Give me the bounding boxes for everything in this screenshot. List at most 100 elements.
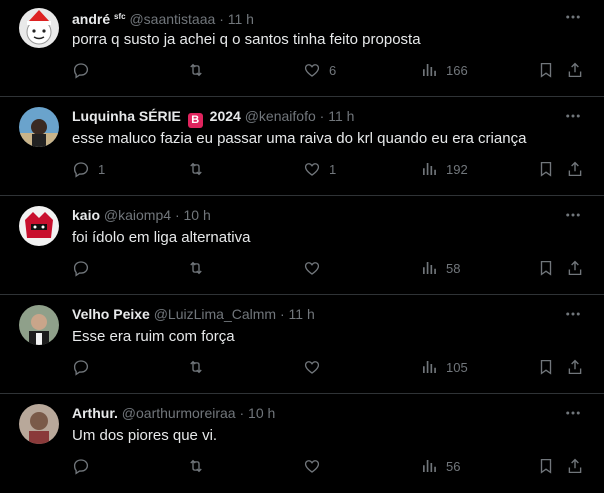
views-button[interactable]: 192	[420, 157, 468, 181]
display-name[interactable]: andré	[72, 11, 110, 27]
tweet[interactable]: Arthur. @oarthurmoreiraa · 10 h Um dos p…	[0, 394, 604, 493]
views-button[interactable]: 166	[420, 58, 468, 82]
like-button[interactable]	[303, 355, 329, 379]
views-button[interactable]: 56	[420, 454, 460, 478]
more-icon[interactable]	[564, 8, 582, 26]
tweet-text: porra q susto ja achei q o santos tinha …	[72, 31, 421, 48]
views-button[interactable]: 58	[420, 256, 460, 280]
share-icon	[568, 161, 582, 177]
like-icon	[304, 361, 320, 374]
avatar[interactable]	[19, 305, 59, 345]
action-bar: 1 1 192	[0, 157, 604, 181]
timestamp[interactable]: 10 h	[248, 405, 275, 421]
separator-dot: ·	[219, 11, 224, 27]
bookmark-icon	[540, 161, 552, 177]
share-button[interactable]	[566, 157, 584, 181]
share-icon	[568, 260, 582, 276]
timestamp[interactable]: 11 h	[289, 306, 315, 322]
like-button[interactable]: 1	[303, 157, 336, 181]
retweet-button[interactable]	[187, 58, 213, 82]
retweet-icon	[190, 63, 202, 77]
bookmark-button[interactable]	[537, 355, 555, 379]
reply-button[interactable]	[72, 454, 98, 478]
like-button[interactable]	[303, 256, 329, 280]
timestamp[interactable]: 10 h	[184, 207, 211, 223]
reply-button[interactable]: 1	[72, 157, 105, 181]
like-button[interactable]	[303, 454, 329, 478]
bookmark-button[interactable]	[537, 256, 555, 280]
views-count: 166	[446, 62, 468, 78]
display-name[interactable]: kaio	[72, 207, 100, 223]
views-button[interactable]: 105	[420, 355, 468, 379]
share-button[interactable]	[566, 454, 584, 478]
bookmark-icon	[540, 260, 552, 276]
avatar[interactable]	[19, 404, 59, 444]
bookmark-icon	[540, 62, 552, 78]
handle[interactable]: @kenaifofo	[245, 108, 316, 124]
like-icon	[304, 64, 320, 77]
display-name[interactable]: Arthur.	[72, 405, 118, 421]
more-icon[interactable]	[564, 206, 582, 224]
timeline: andré sfc @saantistaaa · 11 h porra q su…	[0, 0, 604, 492]
retweet-icon	[190, 360, 202, 374]
share-button[interactable]	[566, 256, 584, 280]
handle[interactable]: @LuizLima_Calmm	[154, 306, 276, 322]
avatar[interactable]	[19, 107, 59, 147]
tweet[interactable]: Velho Peixe @LuizLima_Calmm · 11 h Esse …	[0, 295, 604, 394]
like-count: 1	[329, 161, 337, 177]
retweet-icon	[190, 459, 202, 473]
display-name-suffix: 2024	[209, 108, 241, 124]
retweet-button[interactable]	[187, 157, 213, 181]
tweet[interactable]: Luquinha SÉRIE B 2024 @kenaifofo · 11 h …	[0, 97, 604, 196]
tweet-header: Luquinha SÉRIE B 2024 @kenaifofo · 11 h	[72, 107, 354, 128]
tweet-header: kaio @kaiomp4 · 10 h	[72, 206, 211, 224]
handle[interactable]: @oarthurmoreiraa	[122, 405, 236, 421]
avatar[interactable]	[19, 8, 59, 48]
reply-button[interactable]	[72, 355, 98, 379]
handle[interactable]: @kaiomp4	[104, 207, 171, 223]
handle[interactable]: @saantistaaa	[129, 11, 215, 27]
separator-dot: ·	[319, 108, 325, 124]
separator-dot: ·	[174, 207, 180, 223]
action-bar: 6 166	[0, 58, 604, 82]
share-button[interactable]	[566, 58, 584, 82]
retweet-button[interactable]	[187, 256, 213, 280]
share-icon	[568, 359, 582, 375]
like-icon	[304, 163, 320, 176]
bookmark-button[interactable]	[537, 157, 555, 181]
like-icon	[304, 460, 320, 473]
separator-dot: ·	[279, 306, 285, 322]
bookmark-button[interactable]	[537, 58, 555, 82]
reply-button[interactable]	[72, 256, 98, 280]
retweet-button[interactable]	[187, 355, 213, 379]
tweet-text: Um dos piores que vi.	[72, 427, 218, 444]
b-badge-icon: B	[187, 113, 203, 128]
action-bar: 58	[0, 256, 604, 280]
reply-icon	[73, 459, 89, 475]
retweet-button[interactable]	[187, 454, 213, 478]
more-icon[interactable]	[564, 107, 582, 125]
more-icon[interactable]	[564, 404, 582, 422]
tweet[interactable]: andré sfc @saantistaaa · 11 h porra q su…	[0, 0, 604, 97]
bookmark-icon	[540, 458, 552, 474]
name-suffix: sfc	[114, 12, 126, 21]
views-count: 105	[446, 359, 468, 375]
display-name[interactable]: Velho Peixe	[72, 306, 150, 322]
action-bar: 105	[0, 355, 604, 379]
bookmark-icon	[540, 359, 552, 375]
timestamp[interactable]: 11 h	[228, 11, 254, 27]
bookmark-button[interactable]	[537, 454, 555, 478]
tweet[interactable]: kaio @kaiomp4 · 10 h foi ídolo em liga a…	[0, 196, 604, 295]
share-button[interactable]	[566, 355, 584, 379]
avatar[interactable]	[19, 206, 59, 246]
views-icon	[423, 460, 436, 472]
reply-button[interactable]	[72, 58, 98, 82]
like-button[interactable]: 6	[303, 58, 336, 82]
reply-icon	[73, 360, 89, 376]
reply-icon	[73, 63, 89, 79]
views-count: 56	[446, 458, 461, 474]
display-name[interactable]: Luquinha SÉRIE	[72, 108, 181, 124]
retweet-icon	[190, 162, 202, 176]
more-icon[interactable]	[564, 305, 582, 323]
timestamp[interactable]: 11 h	[328, 108, 354, 124]
